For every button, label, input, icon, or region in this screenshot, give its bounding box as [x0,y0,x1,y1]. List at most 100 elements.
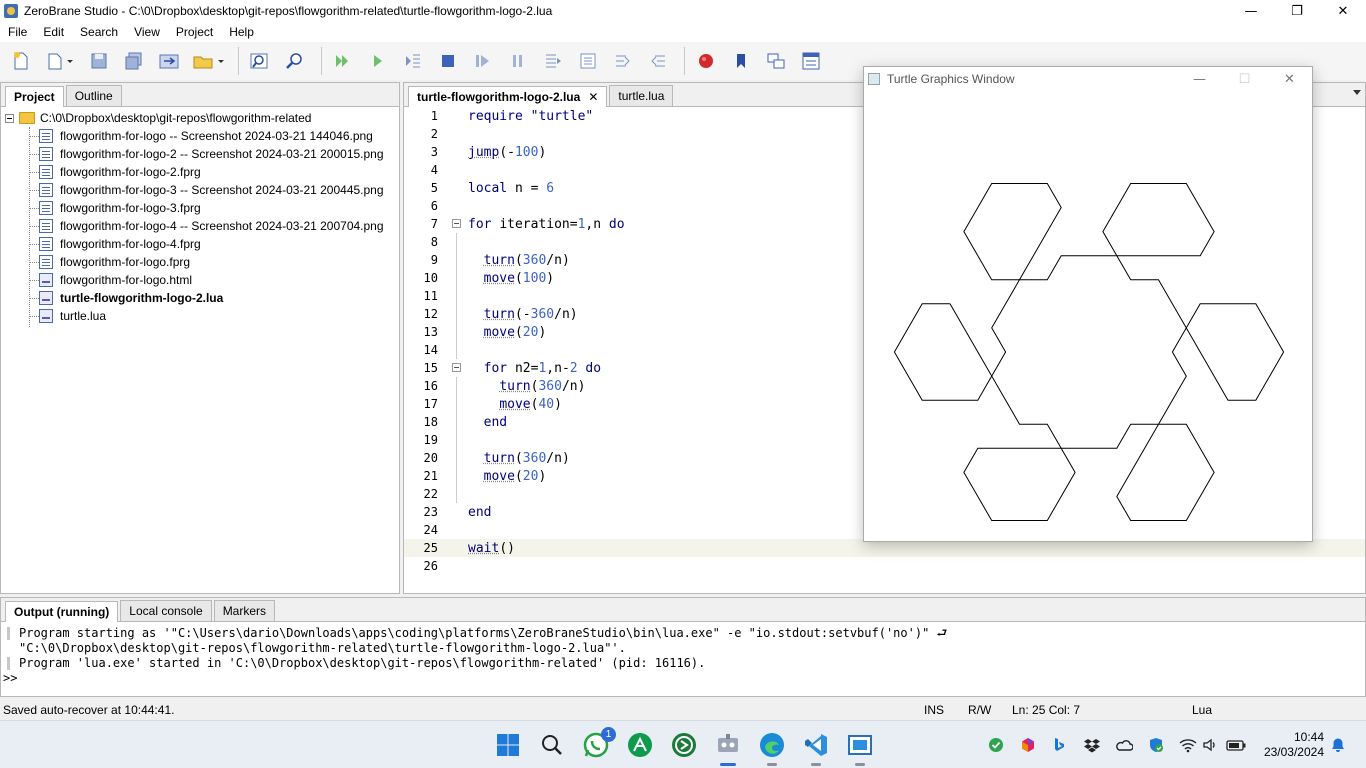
menu-file[interactable]: File [0,25,35,39]
save-button[interactable] [84,46,114,76]
active-indicator [720,763,736,766]
run-to-cursor-icon [651,55,665,67]
find-button[interactable] [245,46,275,76]
tray-colorful-app[interactable] [1018,735,1038,755]
tray-battery[interactable] [1226,735,1246,755]
project-folder-dropdown-button[interactable] [189,46,227,76]
tree-file[interactable]: flowgorithm-for-logo-2 -- Screenshot 202… [1,145,399,163]
menu-project[interactable]: Project [168,25,221,39]
code-text: require "turtle" [468,108,594,124]
console-prompt[interactable]: >> [1,671,1365,685]
collapse-icon[interactable] [5,113,14,123]
close-button[interactable]: ✕ [1320,0,1366,22]
fold-toggle-icon[interactable] [452,219,461,228]
run-to-cursor-button[interactable] [608,46,638,76]
tree-file[interactable]: flowgorithm-for-logo-2.fprg [1,163,399,181]
tab-local-console[interactable]: Local console [120,600,212,621]
tab-outline[interactable]: Outline [65,85,122,106]
tree-file[interactable]: flowgorithm-for-logo-4 -- Screenshot 202… [1,217,399,235]
taskbar-green-app[interactable] [626,731,654,759]
project-folder-button[interactable] [154,46,184,76]
fold-margin [440,107,468,125]
tray-wifi[interactable] [1178,735,1198,755]
tree-root-folder[interactable]: C:\0\Dropbox\desktop\git-repos\flowgorit… [1,109,399,127]
taskbar-zerobrane[interactable] [714,731,742,766]
save-all-button[interactable] [119,46,149,76]
tray-dropbox[interactable] [1082,735,1102,755]
turtle-maximize-button[interactable]: ☐ [1222,67,1267,91]
break-button[interactable] [503,46,533,76]
status-language: Lua [1192,703,1213,717]
tree-file[interactable]: flowgorithm-for-logo.html [1,271,399,289]
tab-list-dropdown-icon[interactable] [1353,90,1361,95]
open-file-button[interactable] [41,46,79,76]
fold-margin [440,539,468,557]
menu-edit[interactable]: Edit [35,25,72,39]
turtle-window-controls: — ☐ ✕ [1177,67,1312,91]
start-debug-button[interactable] [363,46,393,76]
code-text: jump(-100) [468,144,547,160]
taskbar-search-button[interactable] [538,731,566,759]
security-icon [1150,738,1163,752]
code-line[interactable]: 26 [404,557,1365,575]
fold-toggle-icon[interactable] [452,363,461,372]
tree-file[interactable]: flowgorithm-for-logo -- Screenshot 2024-… [1,127,399,145]
tab-markers[interactable]: Markers [213,600,276,621]
menu-help[interactable]: Help [221,25,262,39]
step-into-button[interactable] [538,46,568,76]
step-button[interactable] [468,46,498,76]
tree-file[interactable]: flowgorithm-for-logo-3.fprg [1,199,399,217]
menu-search[interactable]: Search [72,25,126,39]
tray-volume[interactable] [1200,735,1220,755]
step-out-button[interactable] [573,46,603,76]
line-number: 25 [423,541,438,555]
tray-check[interactable] [986,735,1006,755]
tree-file[interactable]: turtle.lua [1,307,399,325]
taskbar-window-app[interactable] [846,731,874,766]
watch-button[interactable] [761,46,791,76]
line-number: 16 [423,379,438,393]
tree-file-label: flowgorithm-for-logo.fprg [60,255,191,269]
taskbar-vscode[interactable] [802,731,830,766]
check-icon [989,738,1003,752]
stop-button[interactable] [433,46,463,76]
tree-file-label: flowgorithm-for-logo -- Screenshot 2024-… [60,129,373,143]
taskbar-clock[interactable]: 10:44 23/03/2024 [1264,730,1324,760]
taskbar-terminal-app[interactable] [670,731,698,759]
step-over-button[interactable] [398,46,428,76]
minimize-button[interactable]: — [1228,0,1274,22]
line-number: 8 [430,235,438,249]
status-message: Saved auto-recover at 10:44:41. [3,703,175,717]
output-line: Program starting as '"C:\Users\dario\Dow… [1,626,1365,641]
tree-file[interactable]: flowgorithm-for-logo-4.fprg [1,235,399,253]
taskbar-edge[interactable] [758,731,786,766]
turtle-minimize-button[interactable]: — [1177,67,1222,91]
taskbar-whatsapp[interactable]: 1 [582,727,616,759]
tree-file[interactable]: flowgorithm-for-logo-3 -- Screenshot 202… [1,181,399,199]
tab-output[interactable]: Output (running) [5,601,119,622]
run-button[interactable] [328,46,358,76]
line-number: 14 [423,343,438,357]
tray-onedrive[interactable] [1114,735,1134,755]
stack-button[interactable] [796,46,826,76]
tab-project[interactable]: Project [5,86,64,107]
new-file-button[interactable] [6,46,36,76]
fold-margin [440,431,468,449]
find-in-files-button[interactable] [280,46,310,76]
tray-notifications[interactable] [1328,735,1348,755]
menu-view[interactable]: View [126,25,168,39]
turtle-close-button[interactable]: ✕ [1267,67,1312,91]
watch-icon [767,53,785,69]
tree-file[interactable]: flowgorithm-for-logo.fprg [1,253,399,271]
toggle-breakpoint-button[interactable] [691,46,721,76]
maximize-button[interactable]: ❐ [1274,0,1320,22]
close-tab-icon[interactable]: ✕ [588,90,598,104]
step-back-button[interactable] [643,46,673,76]
tree-file-active[interactable]: turtle-flowgorithm-logo-2.lua [1,289,399,307]
tray-security[interactable] [1146,735,1166,755]
bookmark-button[interactable] [726,46,756,76]
tray-bing[interactable] [1049,735,1069,755]
tab-turtle-flowgorithm-logo-2[interactable]: turtle-flowgorithm-logo-2.lua ✕ [408,86,608,107]
start-button[interactable] [494,731,522,759]
tab-turtle-lua[interactable]: turtle.lua [609,85,674,106]
